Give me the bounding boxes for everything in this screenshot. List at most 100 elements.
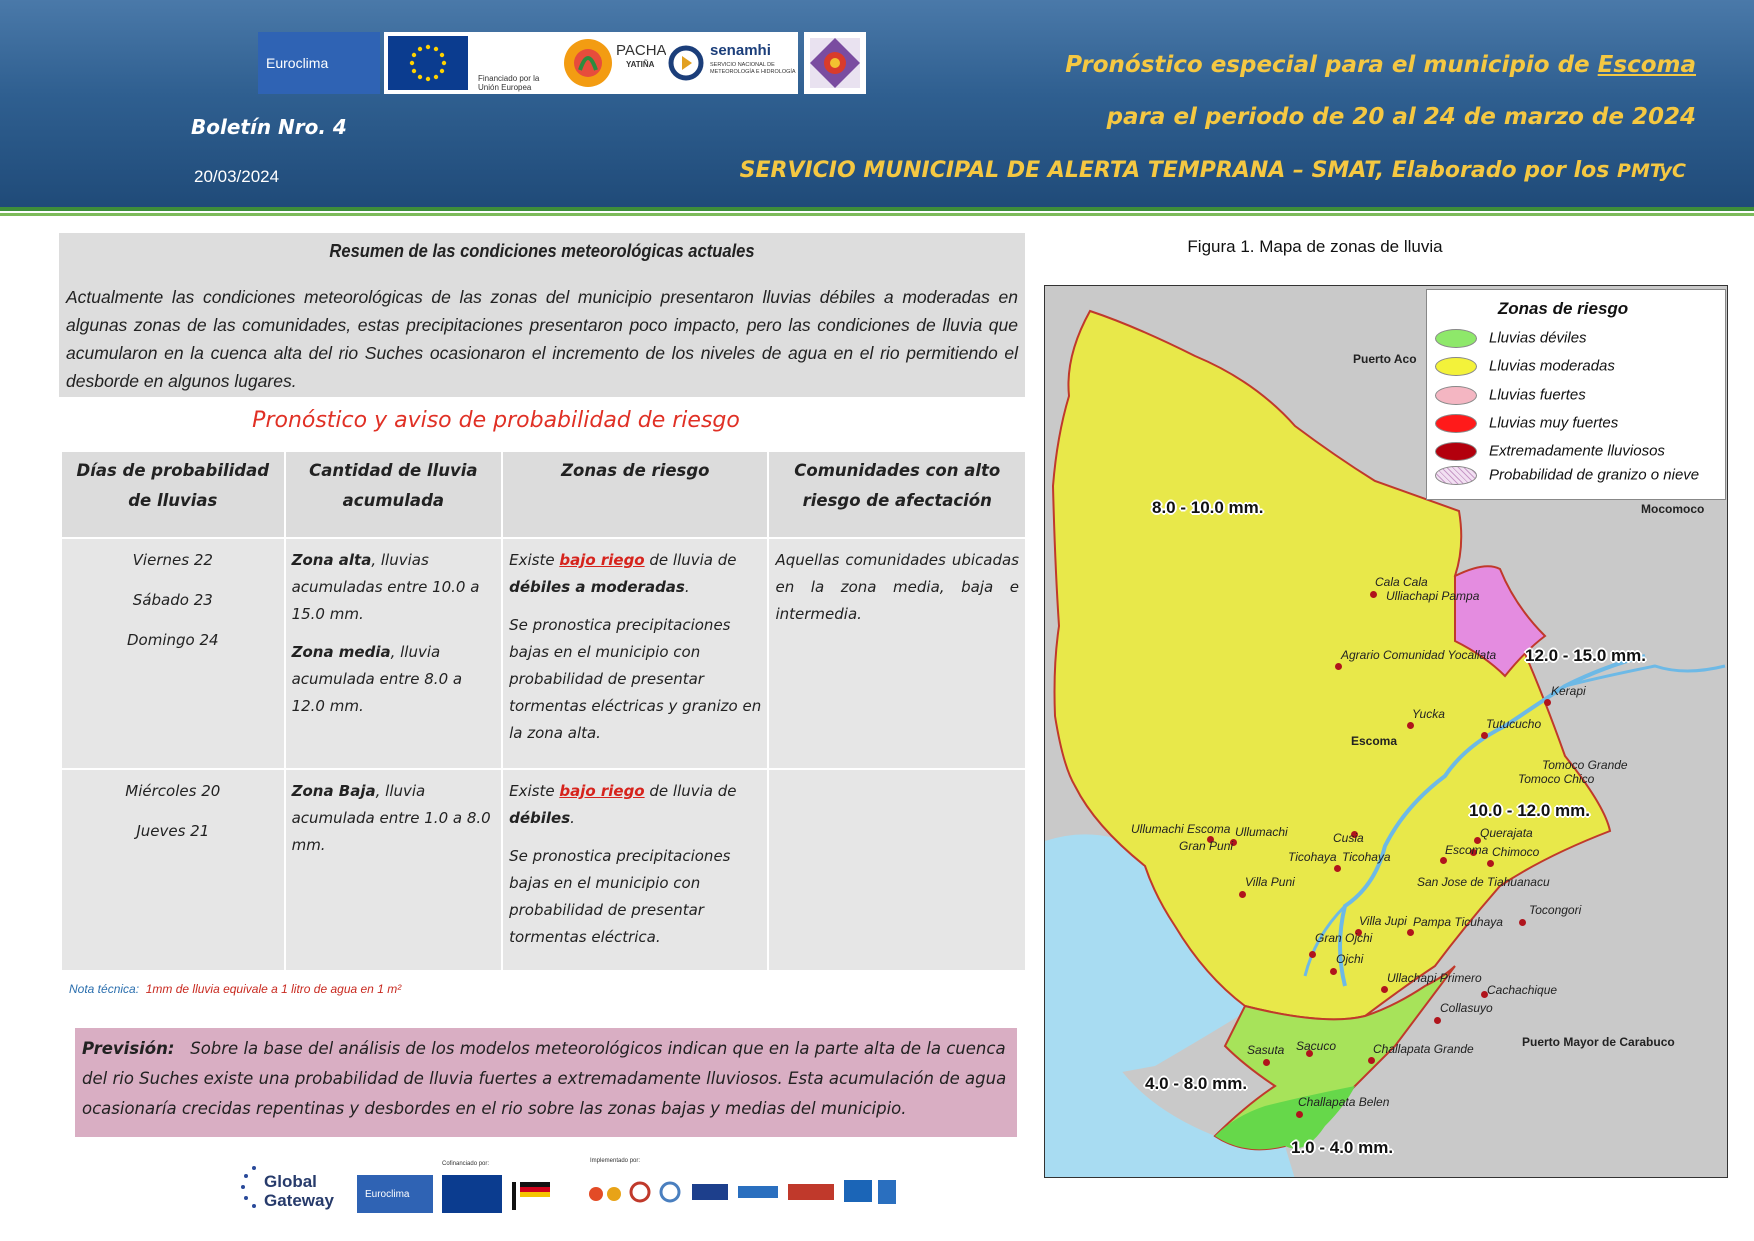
risk-forecast-table: Días de probabilidad de lluvias Cantidad… [60, 450, 1027, 972]
community-dot [1481, 732, 1488, 739]
technical-note-text: 1mm de lluvia equivale a 1 litro de agua… [145, 982, 402, 996]
community-dot [1263, 1059, 1270, 1066]
community-label: Ticohaya [1288, 850, 1337, 864]
community-label: Ticohaya [1342, 850, 1391, 864]
global-gateway-text: Global Gateway [264, 1172, 334, 1210]
germany-logo [512, 1182, 550, 1210]
day-label: Viernes 22 [132, 551, 213, 569]
municipality-seal [804, 32, 866, 94]
risk-detail: Se pronostica precipitaciones bajas en e… [509, 847, 731, 946]
quantity-cell: Zona Baja, lluvia acumulada entre 1.0 a … [283, 768, 504, 972]
partner-logos: Euroclima Financiado por la Unión Europe… [258, 32, 888, 94]
risk-level-text: Existe bajo riego de lluvia de débiles a… [509, 551, 737, 596]
community-label: Chimoco [1492, 845, 1540, 859]
header-divider-light [0, 213, 1754, 216]
map-legend: Zonas de riesgo Lluvias déviles Lluvias … [1426, 289, 1726, 500]
senamhi-logo-text: senamhi [710, 42, 771, 59]
footer-logos: Global Gateway Euroclima Cofinanciado po… [240, 1150, 940, 1220]
community-label: Tomoco Chico [1518, 772, 1595, 786]
community-label: Ullumachi [1235, 825, 1288, 839]
legend-item: Lluvias muy fuertes [1435, 414, 1618, 438]
service-line-main: SERVICIO MUNICIPAL DE ALERTA TEMPRANA – … [739, 158, 1618, 183]
service-line: SERVICIO MUNICIPAL DE ALERTA TEMPRANA – … [740, 158, 1686, 183]
summary-title: Resumen de las condiciones meteorológica… [329, 241, 755, 261]
eu-funding-text: Financiado por la Unión Europea [474, 32, 562, 94]
bulletin-number: Boletín Nro. 4 [191, 115, 347, 139]
euroclima-logo: Euroclima [258, 32, 380, 94]
forecast-title-prefix: Pronóstico especial para el municipio de [1065, 52, 1598, 78]
legend-item: Probabilidad de granizo o nieve [1435, 466, 1699, 490]
community-label: Sacuco [1296, 1039, 1337, 1053]
day-label: Jueves 21 [136, 822, 210, 840]
communities-cell [767, 768, 1027, 972]
community-label: Ulliachapi Pampa [1386, 589, 1480, 603]
eu-flag-logo [384, 32, 474, 94]
days-cell: Viernes 22 Sábado 23 Domingo 24 [60, 537, 286, 770]
eu-flag-small-logo [442, 1175, 502, 1213]
community-label: Sasuta [1247, 1043, 1285, 1057]
table-row: Viernes 22 Sábado 23 Domingo 24 Zona alt… [60, 537, 1027, 770]
quantity-cell: Zona alta, lluvias acumuladas entre 10.0… [283, 537, 504, 770]
community-label: Ullumachi Escoma [1131, 822, 1231, 836]
swatch-icon [1435, 414, 1477, 433]
community-dot [1309, 951, 1316, 958]
community-label: Cachachique [1487, 983, 1558, 997]
community-dot [1296, 1111, 1303, 1118]
community-label: Querajata [1480, 826, 1533, 840]
community-label: Challapata Belen [1298, 1095, 1390, 1109]
community-label: Cusia [1333, 831, 1364, 845]
community-label: Agrario Comunidad Yocallata [1341, 648, 1497, 662]
community-dot [1239, 891, 1246, 898]
risk-level-link[interactable]: bajo riego [559, 551, 644, 569]
community-dot [1407, 929, 1414, 936]
community-label: San Jose de Tiahuanacu [1417, 875, 1550, 889]
community-label: Ullachapi Primero [1387, 971, 1482, 985]
legend-item: Lluvias fuertes [1435, 386, 1586, 410]
community-label: Kerapi [1551, 684, 1586, 698]
technical-note-label: Nota técnica: [69, 982, 140, 996]
town-label: Puerto Aco [1353, 352, 1417, 366]
header-days: Días de probabilidad de lluvias [60, 450, 286, 539]
stars-icon [241, 1166, 256, 1208]
community-label: Pampa Ticuhaya [1413, 915, 1503, 929]
prevision-label: Previsión: [82, 1039, 175, 1058]
town-label: Mocomoco [1641, 502, 1705, 516]
forecast-section-title: Pronóstico y aviso de probabilidad de ri… [252, 408, 740, 433]
community-label: Tomoco Grande [1542, 758, 1628, 772]
table-row: Miércoles 20 Jueves 21 Zona Baja, lluvia… [60, 768, 1027, 972]
risk-level-text: Existe bajo riego de lluvia de débiles. [509, 782, 737, 827]
implemented-label: Implementado por: [590, 1158, 641, 1164]
town-label: Puerto Mayor de Carabuco [1522, 1035, 1675, 1049]
bulletin-date: 20/03/2024 [194, 167, 280, 186]
header-divider [0, 207, 1754, 211]
community-label: Villa Jupi [1359, 914, 1407, 928]
risk-level-link[interactable]: bajo riego [559, 782, 644, 800]
community-dot [1440, 857, 1447, 864]
pacha-logo: PACHA YATIÑA [562, 32, 666, 94]
legend-item: Extremadamente lluviosos [1435, 442, 1665, 466]
community-label: Gran Ojchi [1315, 931, 1373, 945]
communities-cell: Aquellas comunidades ubicadas en la zona… [767, 537, 1027, 770]
zone-label: 8.0 - 10.0 mm. [1152, 498, 1264, 517]
community-label: Villa Puni [1245, 875, 1295, 889]
pacha-logo-text: PACHA [616, 42, 666, 59]
swatch-icon [1435, 329, 1477, 348]
community-dot [1335, 663, 1342, 670]
zone-label: 12.0 - 15.0 mm. [1525, 646, 1646, 665]
hatch-swatch-icon [1435, 466, 1477, 485]
summary-body: Actualmente las condiciones meteorológic… [66, 287, 1018, 391]
legend-title: Zonas de riesgo [1497, 299, 1629, 318]
pacha-logo-subtext: YATIÑA [626, 60, 655, 69]
legend-item: Lluvias déviles [1435, 329, 1587, 353]
quantity-zone-high: Zona alta, lluvias acumuladas entre 10.0… [291, 551, 480, 623]
map-caption: Figura 1. Mapa de zonas de lluvia [1187, 237, 1443, 256]
community-label: Escoma [1445, 843, 1489, 857]
zone-label: 1.0 - 4.0 mm. [1291, 1138, 1394, 1157]
euroclima-logo-text: Euroclima [266, 55, 329, 71]
technical-note: Nota técnica: 1mm de lluvia equivale a 1… [69, 982, 401, 996]
swatch-icon [1435, 386, 1477, 405]
community-dot [1434, 1017, 1441, 1024]
implementing-agencies-logos [589, 1180, 896, 1204]
community-dot [1370, 591, 1377, 598]
rain-zone-map: Zonas de riesgo Lluvias déviles Lluvias … [1044, 285, 1728, 1178]
